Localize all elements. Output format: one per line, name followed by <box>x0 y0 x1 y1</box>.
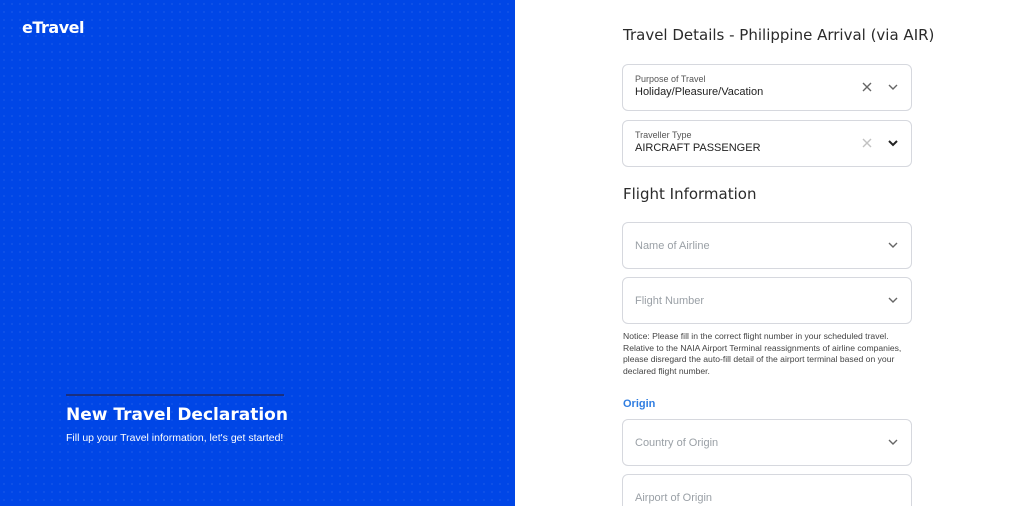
country-of-origin-select[interactable]: Country of Origin <box>622 419 912 466</box>
flight-number-select[interactable]: Flight Number <box>622 277 912 324</box>
etravel-logo[interactable]: eTravel <box>22 18 84 37</box>
hero-divider <box>66 394 284 396</box>
chevron-down-icon[interactable] <box>887 240 899 250</box>
purpose-of-travel-value: Holiday/Pleasure/Vacation <box>635 86 764 98</box>
close-icon[interactable] <box>861 136 873 150</box>
hero-title: New Travel Declaration <box>66 405 288 425</box>
traveller-type-value: AIRCRAFT PASSENGER <box>635 142 761 154</box>
hero-subtitle: Fill up your Travel information, let's g… <box>66 432 284 444</box>
airport-of-origin-placeholder: Airport of Origin <box>635 492 713 504</box>
origin-section-label: Origin <box>623 398 656 410</box>
airline-placeholder: Name of Airline <box>635 240 710 252</box>
country-of-origin-placeholder: Country of Origin <box>635 437 719 449</box>
close-icon[interactable] <box>861 80 873 94</box>
left-panel: eTravel New Travel Declaration Fill up y… <box>0 0 515 506</box>
chevron-down-icon[interactable] <box>887 82 899 92</box>
airline-select[interactable]: Name of Airline <box>622 222 912 269</box>
purpose-of-travel-select[interactable]: Purpose of Travel Holiday/Pleasure/Vacat… <box>622 64 912 111</box>
form-panel: Travel Details - Philippine Arrival (via… <box>515 0 1024 506</box>
chevron-down-icon[interactable] <box>887 295 899 305</box>
traveller-type-label: Traveller Type <box>635 130 692 140</box>
purpose-of-travel-label: Purpose of Travel <box>635 74 706 84</box>
flight-number-notice: Notice: Please fill in the correct fligh… <box>623 331 902 376</box>
chevron-down-icon[interactable] <box>887 437 899 447</box>
flight-number-placeholder: Flight Number <box>635 295 705 307</box>
chevron-down-icon[interactable] <box>887 138 899 148</box>
traveller-type-select[interactable]: Traveller Type AIRCRAFT PASSENGER <box>622 120 912 167</box>
airport-of-origin-select[interactable]: Airport of Origin <box>622 474 912 506</box>
travel-details-title: Travel Details - Philippine Arrival (via… <box>623 26 935 44</box>
flight-information-title: Flight Information <box>623 185 757 203</box>
